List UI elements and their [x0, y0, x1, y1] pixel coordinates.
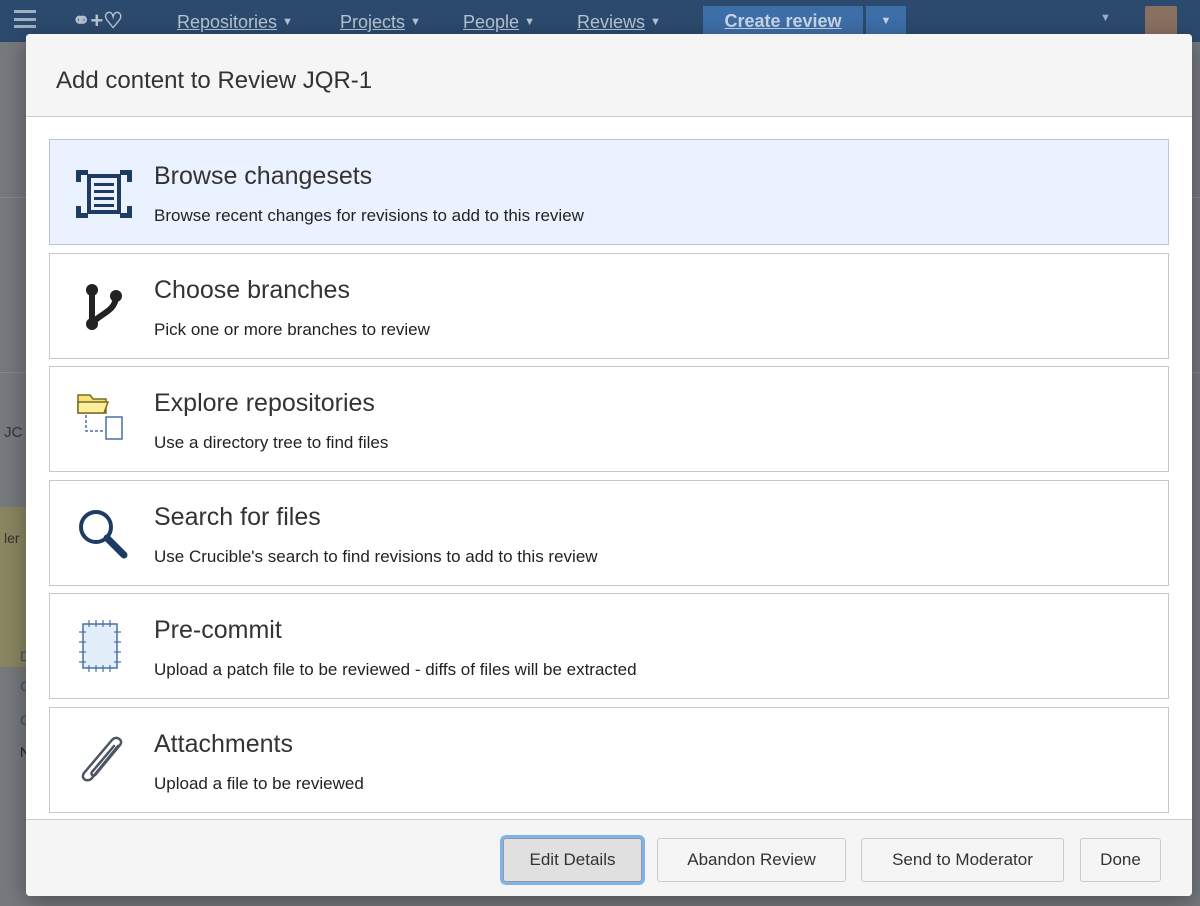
option-pre-commit[interactable]: Pre-commit Upload a patch file to be rev…	[49, 593, 1169, 699]
nav-repositories[interactable]: Repositories ▼	[177, 12, 293, 33]
option-description: Pick one or more branches to review	[154, 320, 430, 339]
background-text: JC	[4, 424, 23, 441]
add-content-dialog: Add content to Review JQR-1 Browse chang…	[26, 34, 1192, 896]
user-avatar[interactable]	[1145, 6, 1177, 36]
background-text: ler	[4, 530, 20, 546]
done-button[interactable]: Done	[1080, 838, 1161, 882]
option-title: Explore repositories	[154, 389, 375, 417]
option-description: Upload a patch file to be reviewed - dif…	[154, 660, 637, 679]
option-description: Upload a file to be reviewed	[154, 774, 364, 793]
option-browse-changesets[interactable]: Browse changesets Browse recent changes …	[49, 139, 1169, 245]
branch-icon	[86, 284, 122, 330]
edit-details-button[interactable]: Edit Details	[503, 838, 642, 882]
chevron-down-icon: ▼	[524, 16, 535, 28]
nav-projects[interactable]: Projects ▼	[340, 12, 421, 33]
option-attachments[interactable]: Attachments Upload a file to be reviewed	[49, 707, 1169, 813]
dialog-title: Add content to Review JQR-1	[56, 67, 373, 94]
chevron-down-icon: ▼	[650, 16, 661, 28]
changeset-list-icon	[76, 170, 132, 218]
chevron-down-icon: ▼	[410, 16, 421, 28]
option-choose-branches[interactable]: Choose branches Pick one or more branche…	[49, 253, 1169, 359]
option-title: Search for files	[154, 503, 321, 531]
option-search-files[interactable]: Search for files Use Crucible's search t…	[49, 480, 1169, 586]
option-description: Use Crucible's search to find revisions …	[154, 547, 598, 566]
option-title: Browse changesets	[154, 162, 373, 190]
option-title: Choose branches	[154, 276, 350, 304]
option-description: Use a directory tree to find files	[154, 433, 389, 452]
abandon-review-button[interactable]: Abandon Review	[657, 838, 846, 882]
dialog-footer: Edit Details Abandon Review Send to Mode…	[26, 819, 1192, 896]
menu-icon[interactable]	[14, 10, 36, 28]
create-review-dropdown-icon[interactable]: ▼	[866, 6, 906, 36]
dialog-header: Add content to Review JQR-1	[26, 34, 1192, 117]
chevron-down-icon: ▼	[282, 16, 293, 28]
folder-tree-icon	[77, 394, 123, 440]
nav-reviews[interactable]: Reviews ▼	[577, 12, 661, 33]
app-logo-icon[interactable]: ⚭+♡	[72, 8, 123, 34]
chevron-down-icon[interactable]: ▼	[1100, 12, 1111, 24]
patch-file-icon	[79, 620, 121, 672]
option-title: Attachments	[154, 730, 293, 758]
create-review-button[interactable]: Create review	[703, 6, 863, 36]
paperclip-icon	[81, 736, 123, 782]
magnifier-icon	[79, 510, 128, 559]
nav-people[interactable]: People ▼	[463, 12, 535, 33]
option-title: Pre-commit	[154, 616, 282, 644]
option-description: Browse recent changes for revisions to a…	[154, 206, 584, 225]
option-explore-repositories[interactable]: Explore repositories Use a directory tre…	[49, 366, 1169, 472]
send-to-moderator-button[interactable]: Send to Moderator	[861, 838, 1064, 882]
